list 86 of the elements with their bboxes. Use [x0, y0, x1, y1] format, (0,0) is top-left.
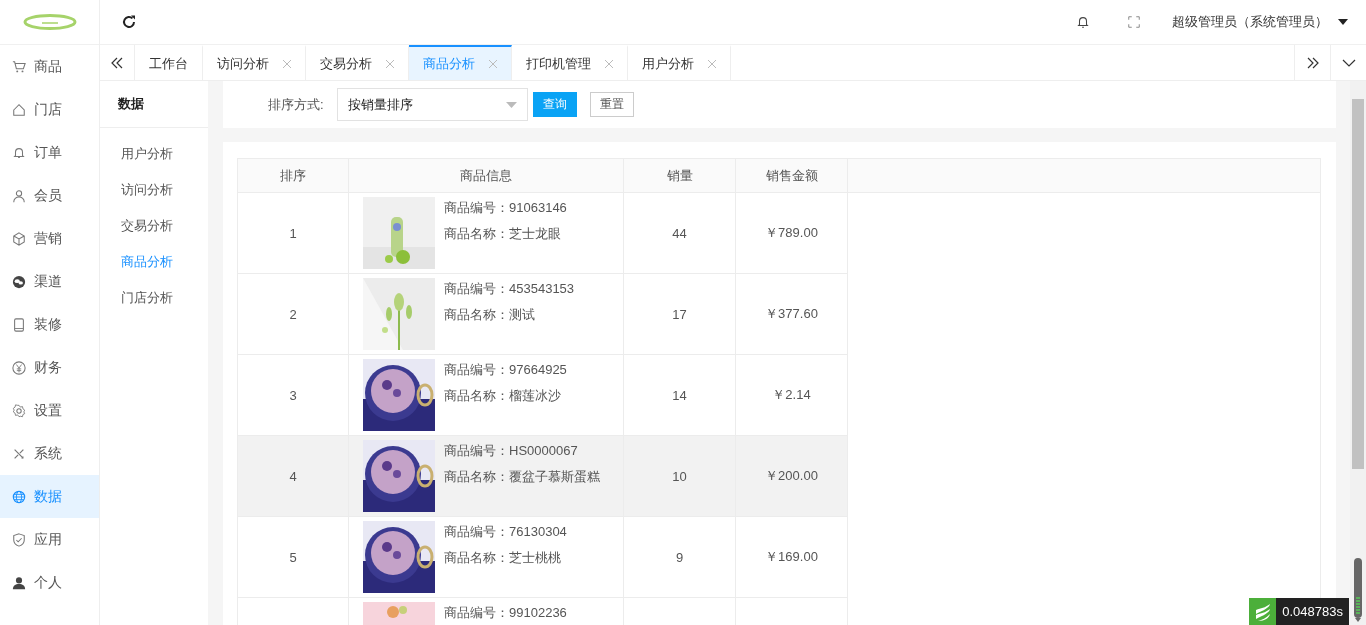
bell-icon[interactable] [1076, 15, 1090, 29]
bell-icon [12, 145, 26, 160]
product-name: 商品名称：芝士龙眼 [444, 225, 562, 243]
table-cell: 44 [623, 192, 736, 274]
table-cell: 4 [237, 435, 349, 517]
flame-icon [1253, 601, 1272, 622]
submenu-item[interactable]: 交易分析 [121, 217, 173, 235]
table-cell: 5 [237, 516, 349, 598]
tab[interactable]: 工作台 [135, 45, 203, 80]
close-icon[interactable] [605, 59, 613, 68]
column-header: 销量 [623, 158, 736, 193]
product-code: 商品编号：76130304 [444, 523, 567, 541]
table-cell: 10 [623, 435, 736, 517]
column-header: 排序 [237, 158, 349, 193]
table-cell: 2 [237, 273, 349, 355]
column-header: 销售金额 [735, 158, 848, 193]
caret-icon[interactable] [1338, 18, 1348, 26]
nav-item[interactable]: 门店 [0, 88, 99, 131]
table-cell: ￥200.00 [735, 435, 848, 517]
caret-icon [505, 101, 517, 108]
double-chevron-left-icon [110, 55, 124, 70]
shield-icon [12, 532, 26, 547]
tab[interactable]: 访问分析 [203, 45, 306, 80]
product-code: 商品编号：453543153 [444, 280, 575, 298]
sort-label: 排序方式: [268, 95, 324, 114]
submenu-title: 数据 [118, 95, 144, 113]
debug-logo[interactable] [1249, 598, 1277, 625]
product-code: 商品编号：HS0000067 [444, 442, 579, 460]
house-icon [12, 102, 26, 117]
product-code: 商品编号：99102236 [444, 604, 567, 622]
table-cell: ￥789.00 [735, 192, 848, 274]
user-name[interactable]: 超级管理员（系统管理员） [1172, 13, 1328, 31]
tab[interactable]: 打印机管理 [512, 45, 628, 80]
meter-icon [1353, 558, 1363, 622]
refresh-icon[interactable] [121, 14, 137, 30]
person-icon [12, 575, 26, 590]
person-icon [12, 188, 26, 203]
cart-icon [12, 59, 26, 74]
close-icon[interactable] [283, 59, 291, 68]
scrollbar[interactable] [1350, 81, 1366, 625]
table-cell: 3 [237, 354, 349, 436]
table-cell: ￥169.00 [735, 516, 848, 598]
gear-icon [12, 403, 26, 418]
phone-icon [12, 317, 26, 332]
product-name: 商品名称：榴莲冰沙 [444, 387, 562, 405]
nav-item[interactable]: 财务 [0, 346, 99, 389]
nav-item[interactable]: 应用 [0, 518, 99, 561]
submenu-item[interactable]: 用户分析 [121, 145, 173, 163]
nav-item[interactable]: 商品 [0, 45, 99, 88]
nav-item[interactable]: 渠道 [0, 260, 99, 303]
globe-icon [12, 489, 26, 504]
nav-item[interactable]: 设置 [0, 389, 99, 432]
nav-item[interactable]: 营销 [0, 217, 99, 260]
fullscreen-icon[interactable] [1128, 16, 1140, 28]
table-cell: 1 [237, 192, 349, 274]
debug-time[interactable]: 0.048783s [1276, 598, 1349, 625]
product-name: 商品名称：芝士桃桃 [444, 549, 562, 567]
reset-button[interactable]: 重置 [589, 92, 634, 117]
tab[interactable]: 用户分析 [628, 45, 731, 80]
yen-icon [12, 360, 26, 375]
product-code: 商品编号：91063146 [444, 199, 567, 217]
table-cell: ￥377.60 [735, 273, 848, 355]
submenu-item[interactable]: 门店分析 [121, 289, 173, 307]
product-name: 商品名称：覆盆子慕斯蛋糕 [444, 468, 600, 486]
table-cell: ￥2.14 [735, 354, 848, 436]
nav-item[interactable]: 系统 [0, 432, 99, 475]
nav-item[interactable]: 装修 [0, 303, 99, 346]
scrollbar-thumb[interactable] [1352, 99, 1364, 469]
nav-item[interactable]: 订单 [0, 131, 99, 174]
sort-select[interactable]: 按销量排序 [336, 88, 528, 121]
cube-icon [12, 231, 26, 246]
product-code: 商品编号：97664925 [444, 361, 567, 379]
close-icon[interactable] [489, 59, 497, 68]
chat-icon [12, 274, 26, 289]
nav-item[interactable]: 个人 [0, 561, 99, 604]
table-cell: 14 [623, 354, 736, 436]
submenu-item[interactable]: 访问分析 [121, 181, 173, 199]
close-icon[interactable] [708, 59, 716, 68]
column-header: 商品信息 [348, 158, 624, 193]
table-cell: 17 [623, 273, 736, 355]
logo-icon [21, 13, 78, 31]
nav-item[interactable]: 会员 [0, 174, 99, 217]
table-cell: 9 [623, 516, 736, 598]
product-name: 商品名称：测试 [444, 306, 536, 324]
close-icon[interactable] [386, 59, 394, 68]
double-chevron-right-icon [1305, 55, 1320, 70]
